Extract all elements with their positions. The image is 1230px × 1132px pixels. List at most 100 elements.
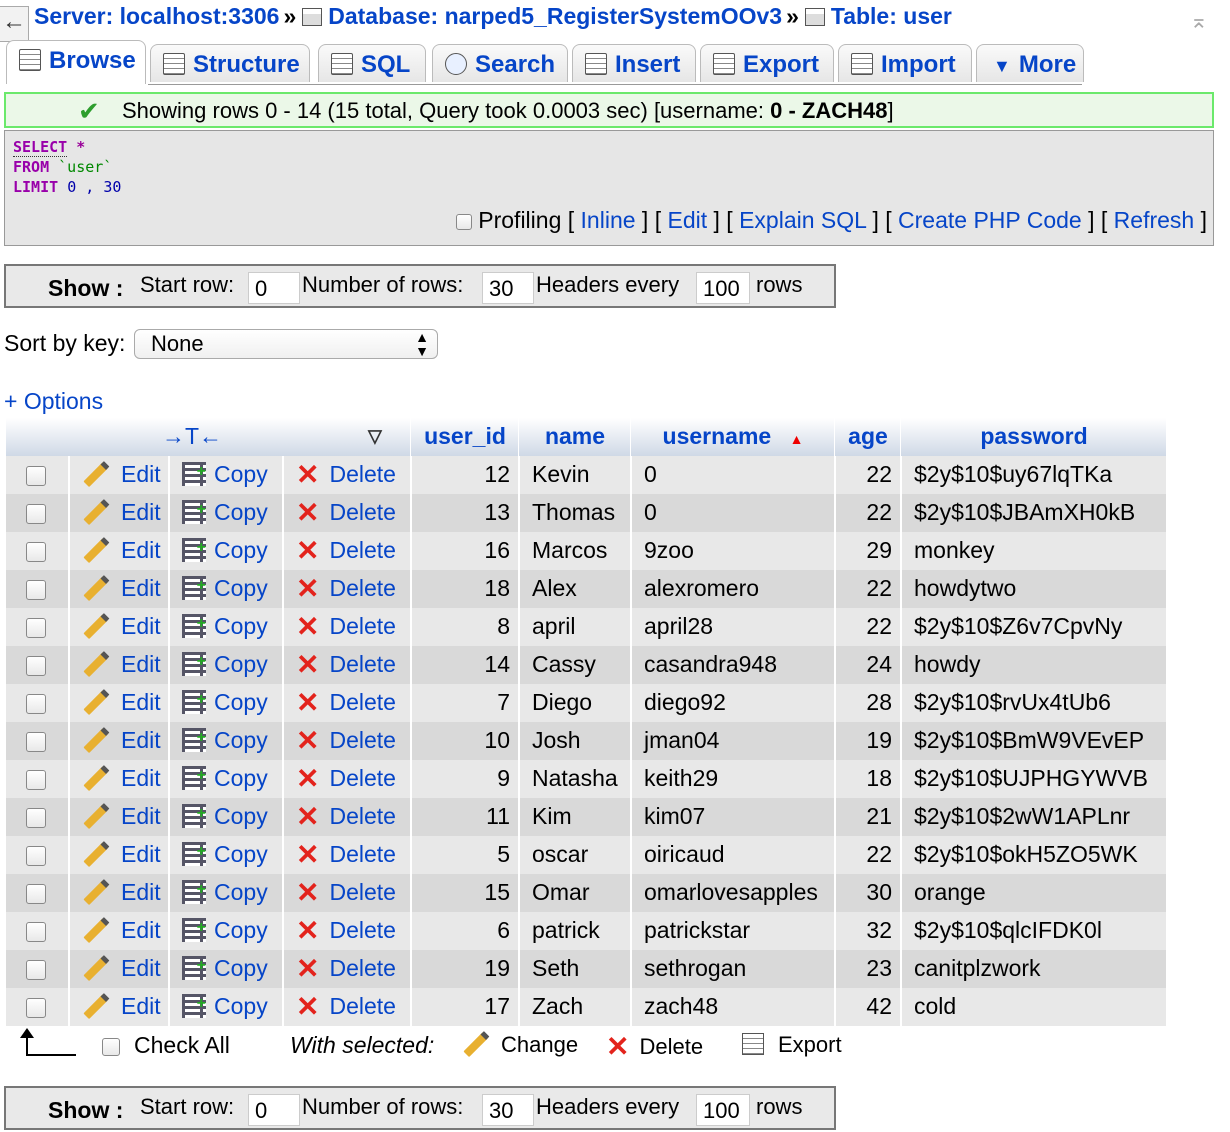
start-row-input[interactable]: 0 (248, 272, 300, 304)
row-delete-link[interactable]: ✕ Delete (296, 912, 396, 950)
change-button[interactable]: Change (462, 1030, 578, 1058)
row-delete-link[interactable]: ✕ Delete (296, 836, 396, 874)
cell-user-id[interactable]: 7 (412, 684, 510, 722)
row-edit-link[interactable]: Edit (82, 798, 161, 836)
row-copy-link[interactable]: Copy (182, 834, 268, 874)
inline-link[interactable]: Inline (581, 207, 636, 233)
explain-sql-link[interactable]: Explain SQL (739, 207, 866, 233)
edit-sql-link[interactable]: Edit (667, 207, 707, 233)
cell-name[interactable]: Zach (532, 988, 583, 1026)
cell-user-id[interactable]: 5 (412, 836, 510, 874)
column-header-password[interactable]: password (900, 418, 1167, 456)
cell-password[interactable]: $2y$10$rvUx4tUb6 (914, 684, 1111, 722)
sort-by-key-select[interactable]: None ▲ ▼ (134, 329, 438, 359)
row-edit-link[interactable]: Edit (82, 646, 161, 684)
headers-every-input[interactable]: 100 (696, 272, 750, 304)
cell-user-id[interactable]: 12 (412, 456, 510, 494)
cell-age[interactable]: 22 (836, 608, 892, 646)
cell-age[interactable]: 29 (836, 532, 892, 570)
row-edit-link[interactable]: Edit (82, 760, 161, 798)
row-copy-link[interactable]: Copy (182, 872, 268, 912)
row-copy-link[interactable]: Copy (182, 796, 268, 836)
header-menu-icon[interactable]: ▽ (368, 418, 382, 454)
sql-query[interactable]: SELECT * FROM `user` LIMIT 0 , 30 (13, 137, 121, 197)
cell-password[interactable]: $2y$10$okH5ZO5WK (914, 836, 1138, 874)
export-selected-button[interactable]: Export (742, 1032, 842, 1058)
num-rows-input[interactable]: 30 (482, 272, 534, 304)
collapse-icon[interactable]: ⌅ (1190, 8, 1208, 34)
row-copy-link[interactable]: Copy (182, 682, 268, 722)
cell-age[interactable]: 18 (836, 760, 892, 798)
cell-age[interactable]: 24 (836, 646, 892, 684)
row-checkbox[interactable] (26, 618, 46, 638)
create-php-code-link[interactable]: Create PHP Code (898, 207, 1082, 233)
row-delete-link[interactable]: ✕ Delete (296, 722, 396, 760)
row-edit-link[interactable]: Edit (82, 608, 161, 646)
row-edit-link[interactable]: Edit (82, 494, 161, 532)
cell-age[interactable]: 32 (836, 912, 892, 950)
row-copy-link[interactable]: Copy (182, 606, 268, 646)
row-checkbox[interactable] (26, 884, 46, 904)
cell-password[interactable]: $2y$10$uy67lqTKa (914, 456, 1112, 494)
cell-password[interactable]: $2y$10$BmW9VEvEP (914, 722, 1144, 760)
cell-username[interactable]: jman04 (644, 722, 719, 760)
row-delete-link[interactable]: ✕ Delete (296, 874, 396, 912)
cell-user-id[interactable]: 16 (412, 532, 510, 570)
cell-user-id[interactable]: 14 (412, 646, 510, 684)
row-edit-link[interactable]: Edit (82, 950, 161, 988)
tab-export[interactable]: Export (700, 44, 834, 82)
num-rows-input[interactable]: 30 (482, 1094, 534, 1126)
cell-user-id[interactable]: 13 (412, 494, 510, 532)
cell-name[interactable]: Diego (532, 684, 592, 722)
cell-name[interactable]: Kevin (532, 456, 590, 494)
cell-password[interactable]: orange (914, 874, 986, 912)
breadcrumb-table[interactable]: Table: user (831, 3, 952, 29)
row-delete-link[interactable]: ✕ Delete (296, 646, 396, 684)
cell-name[interactable]: Natasha (532, 760, 618, 798)
row-checkbox[interactable] (26, 694, 46, 714)
cell-name[interactable]: Marcos (532, 532, 607, 570)
row-checkbox[interactable] (26, 960, 46, 980)
cell-password[interactable]: canitplzwork (914, 950, 1041, 988)
cell-user-id[interactable]: 19 (412, 950, 510, 988)
row-delete-link[interactable]: ✕ Delete (296, 608, 396, 646)
cell-password[interactable]: $2y$10$qlcIFDK0l (914, 912, 1102, 950)
row-copy-link[interactable]: Copy (182, 986, 268, 1026)
row-edit-link[interactable]: Edit (82, 570, 161, 608)
row-checkbox[interactable] (26, 808, 46, 828)
delete-selected-button[interactable]: ✕ Delete (606, 1030, 703, 1063)
row-checkbox[interactable] (26, 770, 46, 790)
tab-more[interactable]: ▼ More (976, 44, 1084, 82)
check-all-label[interactable]: Check All (134, 1032, 230, 1059)
cell-password[interactable]: monkey (914, 532, 995, 570)
row-edit-link[interactable]: Edit (82, 874, 161, 912)
cell-username[interactable]: alexromero (644, 570, 759, 608)
cell-age[interactable]: 22 (836, 836, 892, 874)
cell-name[interactable]: Thomas (532, 494, 615, 532)
cell-name[interactable]: oscar (532, 836, 588, 874)
row-delete-link[interactable]: ✕ Delete (296, 532, 396, 570)
cell-user-id[interactable]: 18 (412, 570, 510, 608)
refresh-link[interactable]: Refresh (1114, 207, 1195, 233)
cell-username[interactable]: 9zoo (644, 532, 694, 570)
cell-username[interactable]: 0 (644, 494, 657, 532)
cell-username[interactable]: casandra948 (644, 646, 777, 684)
cell-username[interactable]: patrickstar (644, 912, 750, 950)
column-header-age[interactable]: age (834, 418, 901, 456)
row-delete-link[interactable]: ✕ Delete (296, 456, 396, 494)
row-delete-link[interactable]: ✕ Delete (296, 570, 396, 608)
tab-insert[interactable]: Insert (572, 44, 696, 82)
column-header-username[interactable]: username ▲ (630, 418, 835, 456)
headers-every-input[interactable]: 100 (696, 1094, 750, 1126)
cell-age[interactable]: 30 (836, 874, 892, 912)
row-delete-link[interactable]: ✕ Delete (296, 950, 396, 988)
row-copy-link[interactable]: Copy (182, 568, 268, 608)
cell-age[interactable]: 42 (836, 988, 892, 1026)
row-checkbox[interactable] (26, 542, 46, 562)
cell-username[interactable]: 0 (644, 456, 657, 494)
cell-name[interactable]: Josh (532, 722, 581, 760)
cell-age[interactable]: 22 (836, 570, 892, 608)
cell-age[interactable]: 28 (836, 684, 892, 722)
cell-password[interactable]: $2y$10$2wW1APLnr (914, 798, 1130, 836)
options-link[interactable]: + Options (4, 388, 103, 415)
